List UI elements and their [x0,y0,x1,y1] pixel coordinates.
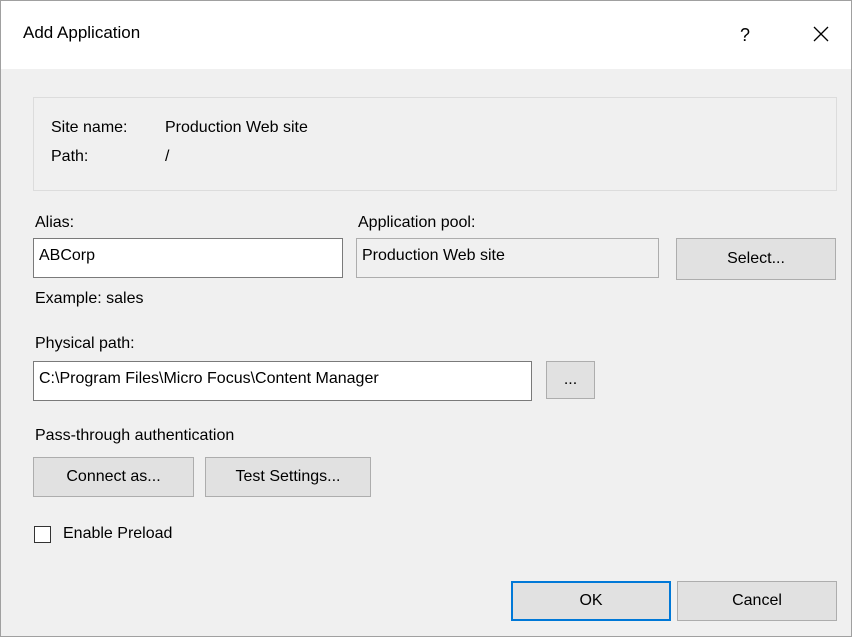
application-pool-field: Production Web site [356,238,659,278]
add-application-dialog: Add Application ? Site name: Production … [0,0,852,637]
site-info-panel [33,97,837,191]
ok-button[interactable]: OK [511,581,671,621]
title-bar: Add Application ? [1,1,851,69]
test-settings-button[interactable]: Test Settings... [205,457,371,497]
physical-path-label: Physical path: [35,335,135,352]
alias-input[interactable]: ABCorp [33,238,343,278]
close-button[interactable] [801,17,841,53]
alias-example: Example: sales [35,290,144,307]
connect-as-button[interactable]: Connect as... [33,457,194,497]
application-pool-label: Application pool: [358,214,476,231]
close-icon [813,26,829,42]
enable-preload-checkbox[interactable] [34,526,51,543]
path-value: / [165,148,170,165]
physical-path-input[interactable]: C:\Program Files\Micro Focus\Content Man… [33,361,532,401]
cancel-button[interactable]: Cancel [677,581,837,621]
enable-preload-label: Enable Preload [63,525,173,542]
site-name-value: Production Web site [165,119,308,136]
help-button[interactable]: ? [725,17,765,53]
alias-label: Alias: [35,214,75,231]
browse-path-button[interactable]: ... [546,361,595,399]
pass-through-auth-label: Pass-through authentication [35,427,235,444]
help-icon: ? [739,25,750,45]
select-pool-button[interactable]: Select... [676,238,836,280]
path-label: Path: [51,148,89,165]
site-name-label: Site name: [51,119,128,136]
window-title: Add Application [23,23,141,42]
